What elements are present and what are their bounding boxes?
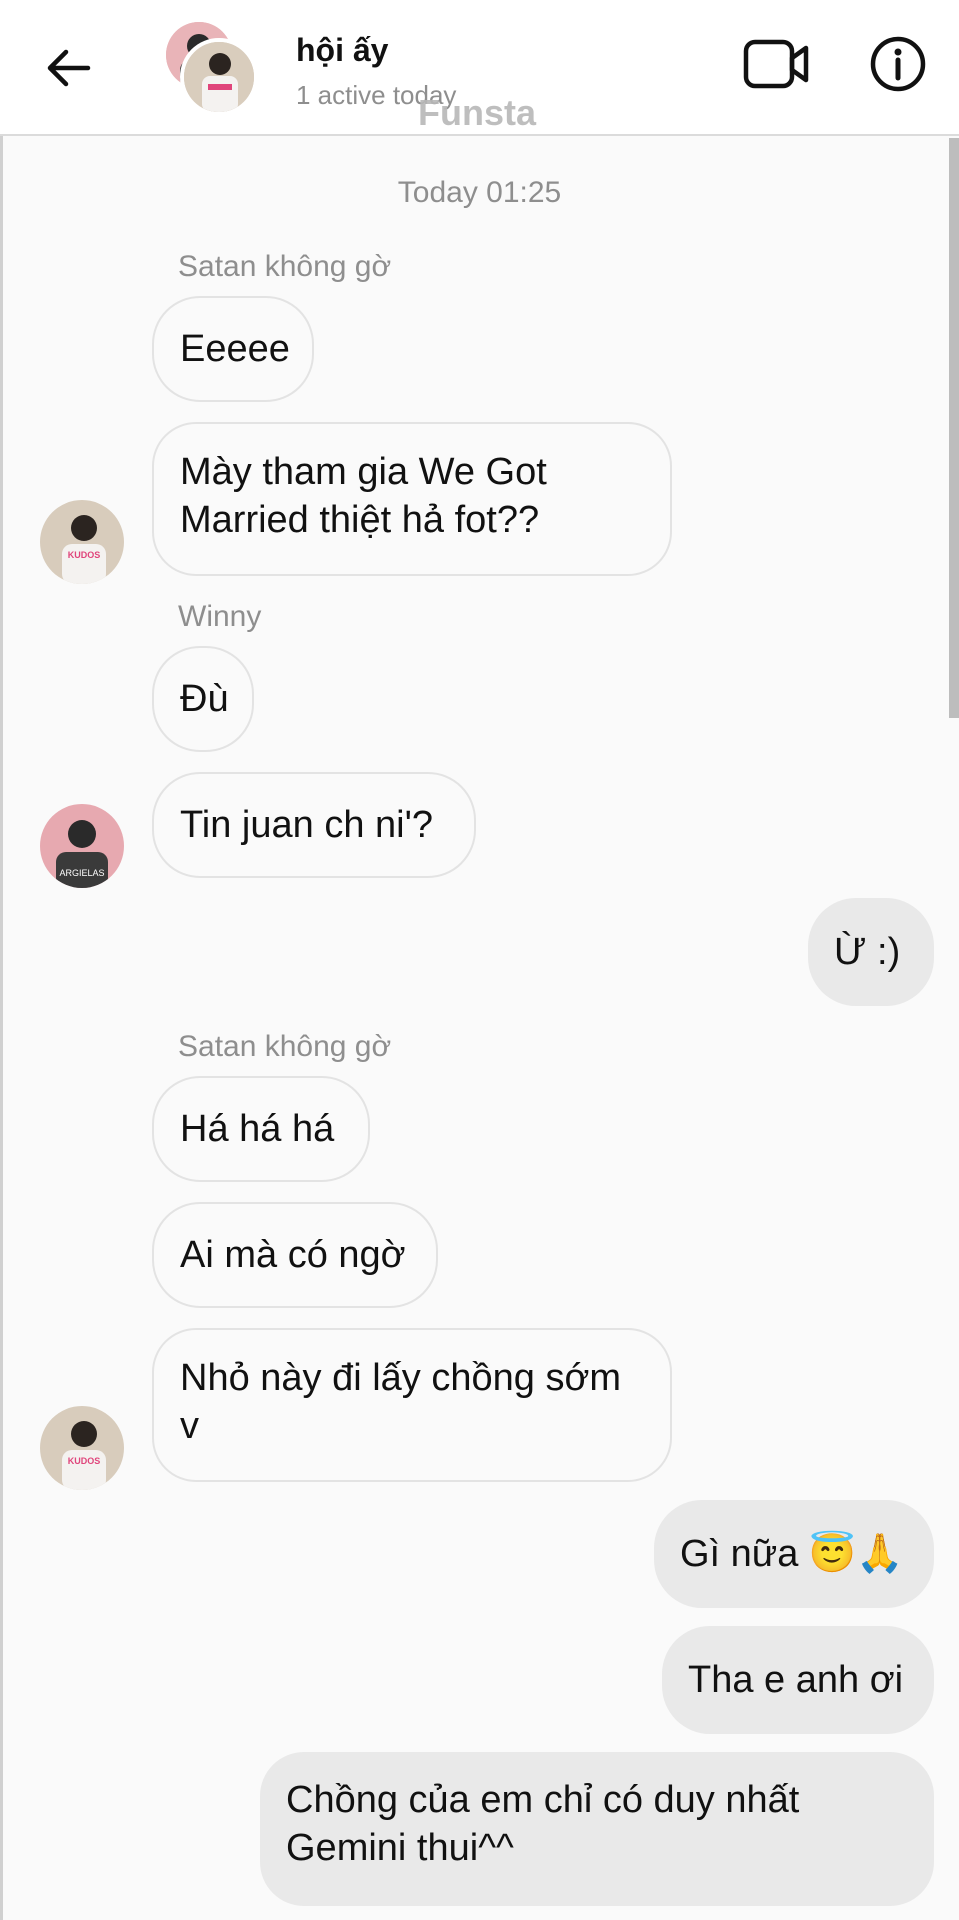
arrow-left-icon bbox=[47, 49, 91, 87]
scrollbar-thumb[interactable] bbox=[949, 138, 959, 718]
message-bubble-outgoing[interactable]: Gì nữa 😇🙏 bbox=[654, 1500, 934, 1608]
message-bubble-incoming[interactable]: Há há há bbox=[152, 1076, 370, 1182]
message-bubble-incoming[interactable]: Tin juan ch ni'? bbox=[152, 772, 476, 878]
message-bubble-incoming[interactable]: Eeeee bbox=[152, 296, 314, 402]
chat-header: hội ấy 1 active today Funsta bbox=[0, 0, 959, 136]
window-edge bbox=[0, 136, 3, 1920]
conversation-timestamp: Today 01:25 bbox=[397, 176, 562, 209]
shirt-text: ARGIELAS bbox=[59, 868, 104, 878]
message-bubble-incoming[interactable]: Mày tham gia We Got Married thiệt hả fot… bbox=[152, 422, 672, 576]
message-bubble-incoming[interactable]: Ai mà có ngờ bbox=[152, 1202, 438, 1308]
sender-name: Winny bbox=[178, 600, 262, 633]
video-call-button[interactable] bbox=[742, 34, 812, 94]
info-button[interactable] bbox=[868, 34, 928, 94]
group-avatar[interactable] bbox=[166, 22, 258, 116]
watermark: Funsta bbox=[418, 92, 537, 133]
message-bubble-incoming[interactable]: Đù bbox=[152, 646, 254, 752]
group-avatar-front bbox=[180, 38, 258, 116]
shirt-text: KUDOS bbox=[68, 550, 101, 560]
message-bubble-outgoing[interactable]: Ừ :) bbox=[808, 898, 934, 1006]
shirt-text: KUDOS bbox=[68, 1456, 101, 1466]
message-bubble-outgoing[interactable]: Tha e anh ơi bbox=[662, 1626, 934, 1734]
sender-name: Satan không gờ bbox=[178, 250, 392, 283]
video-camera-icon bbox=[743, 39, 809, 89]
sender-name: Satan không gờ bbox=[178, 1030, 392, 1063]
chat-title[interactable]: hội ấy bbox=[296, 32, 388, 69]
message-bubble-incoming[interactable]: Nhỏ này đi lấy chồng sớm v bbox=[152, 1328, 672, 1482]
back-button[interactable] bbox=[38, 38, 98, 98]
sender-avatar[interactable]: KUDOS bbox=[40, 500, 124, 584]
info-icon bbox=[870, 36, 926, 92]
sender-avatar[interactable]: KUDOS bbox=[40, 1406, 124, 1490]
sender-avatar[interactable]: ARGIELAS bbox=[40, 804, 124, 888]
message-bubble-outgoing[interactable]: Chồng của em chỉ có duy nhất Gemini thui… bbox=[260, 1752, 934, 1906]
